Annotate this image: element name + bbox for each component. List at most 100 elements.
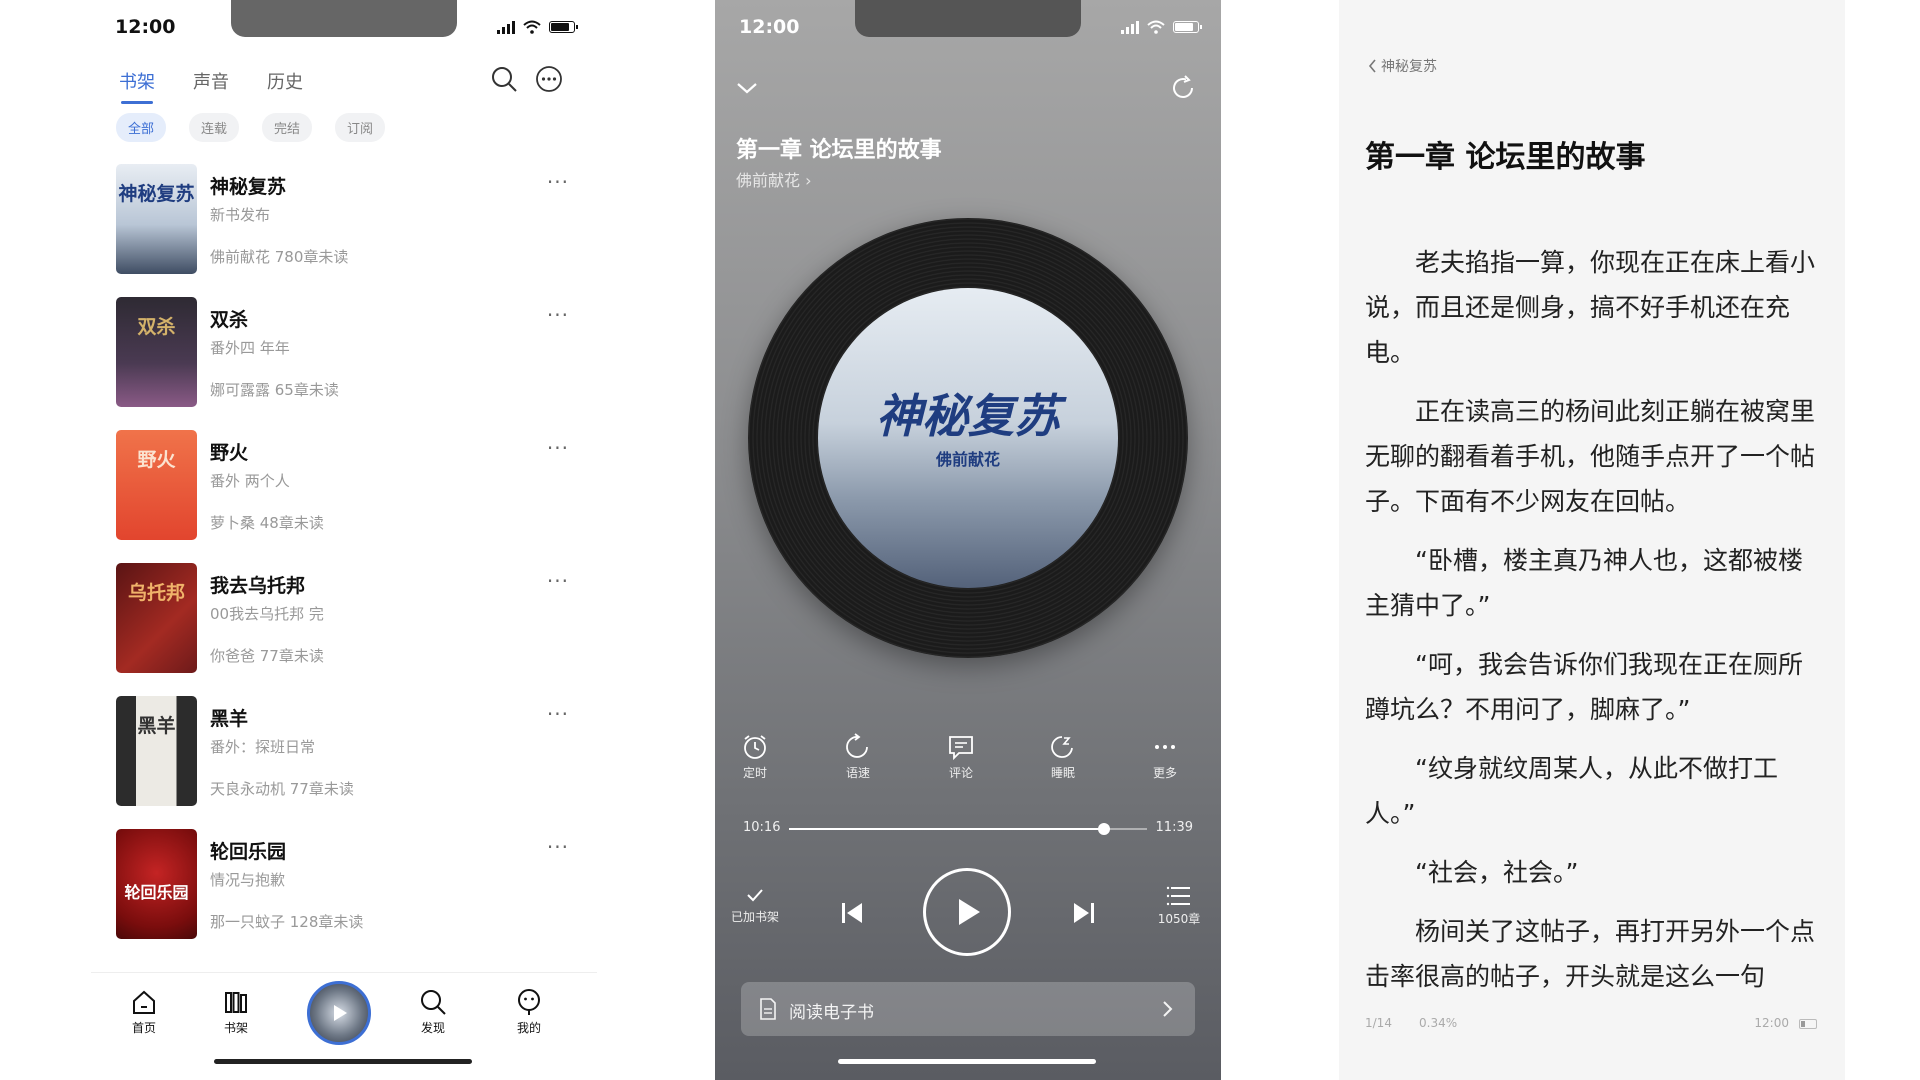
play-icon [334,1005,347,1021]
paragraph: 杨间关了这帖子，再打开另外一个点击率很高的帖子，开头就是这么一句 [1365,917,1816,991]
book-cover: 乌托邦 [116,563,197,673]
book-item[interactable]: 轮回乐园 轮回乐园 情况与抱歉 那一只蚊子 128章未读 ··· [116,829,577,962]
book-more-icon[interactable]: ··· [547,702,569,726]
home-icon [133,990,155,1014]
bookshelf-icon [225,992,247,1013]
book-latest-chapter: 情况与抱歉 [210,871,286,889]
checkmark-icon [747,889,763,902]
read-ebook-label: 阅读电子书 [789,1003,874,1023]
timer-button[interactable]: 定时 [725,732,785,781]
progress-fill [789,828,1105,830]
book-meta: 娜可露露 65章未读 [210,381,339,399]
chapter-list-button[interactable]: 1050章 [1149,884,1209,927]
profile-face-icon [518,989,540,1015]
book-item[interactable]: 神秘复苏 神秘复苏 新书发布 佛前献花 780章未读 ··· [116,164,577,297]
book-item[interactable]: 双杀 双杀 番外四 年年 娜可露露 65章未读 ··· [116,297,577,430]
chevron-left-icon [1368,59,1376,73]
mini-player-button[interactable] [307,981,371,1045]
previous-chapter-icon[interactable] [839,900,865,926]
top-tabs: 书架 声音 历史 [119,68,303,104]
home-indicator [838,1059,1096,1064]
battery-icon [1173,21,1202,33]
book-item[interactable]: 黑羊 黑羊 番外：探班日常 天良永动机 77章未读 ··· [116,696,577,829]
filter-completed[interactable]: 完结 [262,113,313,142]
book-latest-chapter: 番外：探班日常 [210,738,316,756]
progress-track[interactable] [789,823,1147,835]
status-time: 12:00 [115,16,176,38]
book-meta: 佛前献花 780章未读 [210,248,349,266]
book-cover: 神秘复苏 [116,164,197,274]
filter-serializing[interactable]: 连载 [189,113,240,142]
next-chapter-icon[interactable] [1071,900,1097,926]
tab-history[interactable]: 历史 [267,68,303,94]
book-meta: 天良永动机 77章未读 [210,780,354,798]
bookshelf-screen: 12:00 书架 声音 历史 全部 连载 完结 订阅 神秘复苏 神秘复苏 新书发… [91,0,597,1080]
book-item[interactable]: 野火 野火 番外 两个人 萝卜桑 48章未读 ··· [116,430,577,563]
tab-audio[interactable]: 声音 [193,68,229,94]
play-button[interactable] [923,868,1011,956]
book-more-icon[interactable]: ··· [547,436,569,460]
book-item[interactable]: 乌托邦 我去乌托邦 00我去乌托邦 完 你爸爸 77章未读 ··· [116,563,577,696]
paragraph: 老夫掐指一算，你现在正在床上看小说，而且还是侧身，搞不好手机还在充电。 [1365,248,1816,367]
chevron-right-icon [1163,1001,1173,1017]
tabbar-bookshelf[interactable]: 书架 [201,987,271,1036]
filter-chips: 全部 连载 完结 订阅 [116,113,386,142]
sleep-button[interactable]: 睡眠 [1033,732,1093,781]
book-latest-chapter: 新书发布 [210,206,271,224]
reader-clock: 12:00 [1754,1016,1789,1030]
wifi-icon [1147,20,1165,34]
current-time: 10:16 [743,820,781,835]
book-list: 神秘复苏 神秘复苏 新书发布 佛前献花 780章未读 ··· 双杀 双杀 番外四… [116,164,577,962]
filter-subscribed[interactable]: 订阅 [335,113,386,142]
reader-body: 老夫掐指一算，你现在正在床上看小说，而且还是侧身，搞不好手机还在充电。 正在读高… [1365,240,1823,1013]
collapse-chevron-down-icon[interactable] [735,78,759,98]
book-title: 神秘复苏 [210,176,287,198]
more-button[interactable]: 更多 [1135,732,1195,781]
read-ebook-bar[interactable]: 阅读电子书 [741,982,1195,1036]
book-meta: 你爸爸 77章未读 [210,647,324,665]
book-title: 双杀 [210,309,249,331]
speed-button[interactable]: 语速 [828,732,888,781]
reader-screen: 神秘复苏 第一章 论坛里的故事 老夫掐指一算，你现在正在床上看小说，而且还是侧身… [1339,0,1845,1080]
page-indicator: 1/14 [1365,1016,1392,1030]
author-link[interactable]: 佛前献花 › [736,167,812,191]
book-meta: 萝卜桑 48章未读 [210,514,324,532]
signal-icon [1121,20,1139,34]
book-more-icon[interactable]: ··· [547,569,569,593]
status-time: 12:00 [739,16,800,38]
book-meta: 那一只蚊子 128章未读 [210,913,364,931]
vinyl-disc: 神秘复苏 佛前献花 [748,218,1188,658]
book-cover: 野火 [116,430,197,540]
disc-author: 佛前献花 [935,450,1000,469]
tabbar-discover[interactable]: 发现 [398,987,468,1036]
book-cover: 双杀 [116,297,197,407]
comment-button[interactable]: 评论 [931,732,991,781]
tab-bookshelf[interactable]: 书架 [119,68,155,104]
reader-footer: 1/14 0.34% 12:00 [1365,1016,1817,1032]
back-to-book[interactable]: 神秘复苏 [1368,56,1437,76]
tabbar-home[interactable]: 首页 [109,987,179,1036]
read-percent: 0.34% [1419,1016,1458,1030]
added-to-shelf-button[interactable]: 已加书架 [729,884,781,925]
search-icon[interactable] [489,64,519,94]
battery-icon [1799,1019,1817,1029]
filter-all[interactable]: 全部 [116,113,167,142]
paragraph: “卧槽，楼主真乃神人也，这都被楼主猜中了。” [1365,546,1803,620]
book-more-icon[interactable]: ··· [547,835,569,859]
paragraph: “纹身就纹周某人，从此不做打工人。” [1365,754,1778,828]
tabbar-me[interactable]: 我的 [494,987,564,1036]
playback-progress: 10:16 11:39 [743,818,1193,842]
wifi-icon [523,20,541,34]
more-options-icon[interactable] [534,64,564,94]
chevron-right-icon: › [805,171,812,190]
refresh-icon[interactable] [1169,74,1197,102]
discover-search-icon [421,990,446,1015]
feature-controls: 定时 语速 评论 睡眠 更多 [715,732,1221,792]
status-bar: 12:00 [715,16,1221,40]
progress-knob[interactable] [1098,823,1111,835]
more-dots-icon [1155,745,1175,749]
playback-controls: 已加书架 1050章 [715,868,1221,958]
book-more-icon[interactable]: ··· [547,303,569,327]
book-more-icon[interactable]: ··· [547,170,569,194]
chapter-title: 第一章 论坛里的故事 [736,138,942,163]
